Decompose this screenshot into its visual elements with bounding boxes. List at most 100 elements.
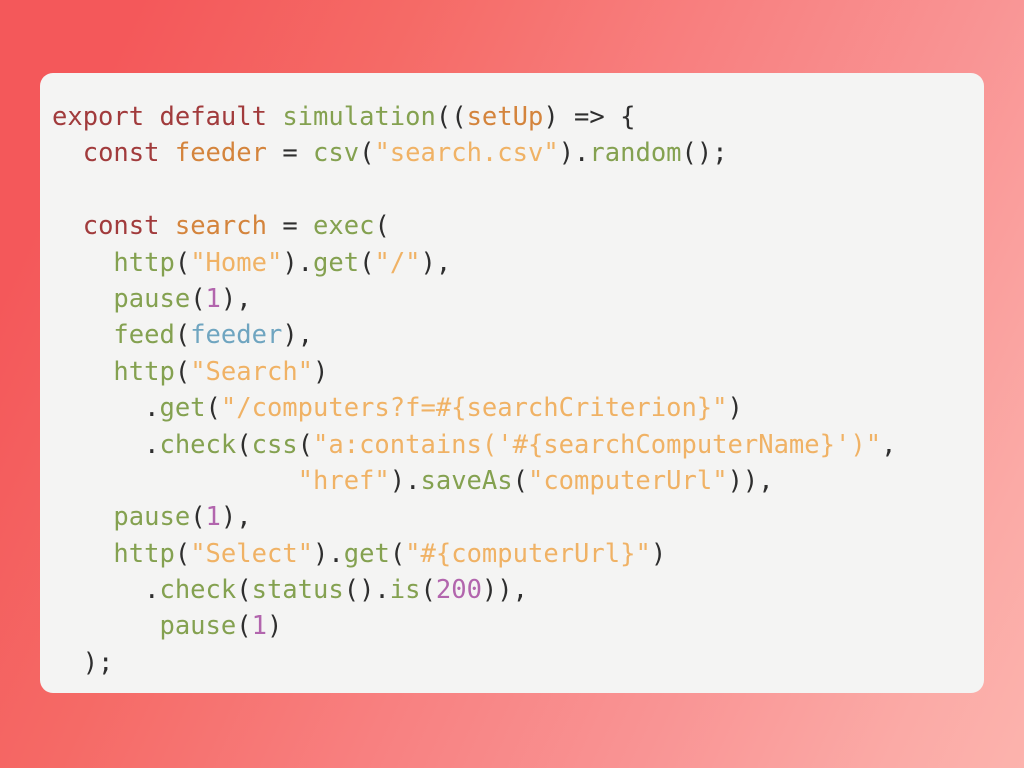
code-token-pun: ); (52, 647, 114, 678)
code-token-pun: ) (727, 393, 743, 424)
code-token-pun (52, 320, 113, 350)
code-token-pun: . (52, 393, 160, 424)
code-token-pun: ( (174, 247, 191, 278)
code-token-fn: is (389, 575, 421, 606)
code-token-pun: ). (282, 247, 314, 278)
code-token-str: "computerUrl" (527, 465, 728, 496)
code-token-pun: (); (681, 138, 728, 169)
code-token-str: "href" (297, 465, 390, 496)
code-token-pun: ) (266, 611, 283, 642)
code-token-pun: )), (481, 575, 528, 606)
code-token-fn: css (251, 429, 298, 460)
code-token-kw: export (52, 102, 145, 132)
code-line: http("Search") (40, 354, 984, 390)
code-token-pun: , (881, 429, 897, 460)
code-token-fn: http (113, 538, 175, 569)
code-token-pun: ( (297, 429, 314, 460)
code-token-pun: = (266, 211, 314, 242)
code-line: .check(css("a:contains('#{searchComputer… (40, 427, 984, 463)
code-token-pun: ( (359, 247, 375, 278)
code-token-pun (52, 138, 83, 168)
code-token-pun: ( (374, 211, 390, 242)
slide-root: export default simulation((setUp) => { c… (0, 0, 1024, 768)
code-token-str: "Home" (190, 247, 283, 278)
code-token-pun: ), (420, 247, 452, 278)
code-token-pun: = (266, 138, 314, 169)
code-line: const search = exec( (40, 208, 984, 244)
code-token-pun (52, 357, 113, 387)
code-token-num: 200 (435, 575, 482, 606)
code-token-pun (52, 539, 113, 569)
code-token-fn: random (589, 138, 682, 169)
code-token-pun (52, 502, 113, 532)
code-token-var: setUp (466, 102, 544, 132)
code-token-pun: . (52, 429, 160, 460)
code-token-fn: check (159, 429, 237, 460)
code-token-str: "/computers?f=#{searchCriterion}" (220, 393, 728, 424)
code-token-pun: ( (174, 538, 191, 569)
code-token-pun: ( (359, 138, 375, 169)
code-line: pause(1) (40, 608, 984, 644)
code-token-fn: saveAs (420, 465, 513, 496)
code-token-var: search (174, 211, 267, 242)
code-token-pun: (( (435, 102, 467, 132)
code-token-pun: ). (558, 138, 590, 169)
code-token-pun (144, 102, 159, 132)
code-token-var: feeder (174, 138, 267, 169)
code-line: .check(status().is(200)), (40, 572, 984, 608)
code-token-pun (52, 611, 159, 641)
code-token-pun: . (52, 575, 160, 606)
code-token-fn: status (251, 575, 344, 606)
code-token-pun: ) (650, 538, 667, 569)
code-token-pun (52, 248, 113, 278)
code-token-pun: ) => { (543, 102, 636, 132)
code-token-fn: pause (113, 283, 191, 314)
code-token-kw: const (82, 138, 160, 169)
code-token-pun: ( (512, 465, 528, 496)
code-token-str: "search.csv" (374, 138, 559, 169)
code-token-fn: get (159, 393, 206, 424)
code-token-str: "a:contains('#{searchComputerName}')" (313, 429, 882, 460)
code-token-str: "#{computerUrl}" (405, 538, 651, 569)
code-token-pun: ( (236, 611, 252, 642)
code-token-str: "Search" (190, 356, 314, 387)
code-token-pun: ( (174, 320, 191, 351)
code-line: feed(feeder), (40, 317, 984, 353)
code-token-pun: )), (727, 465, 774, 496)
code-token-pun: ), (282, 320, 314, 351)
code-token-pun: ( (236, 429, 252, 460)
code-token-fn: http (113, 247, 175, 278)
code-token-pun (159, 211, 174, 241)
code-token-fn: pause (113, 502, 191, 533)
code-token-pun: ( (190, 283, 206, 314)
code-line: http("Home").get("/"), (40, 245, 984, 281)
code-token-pun (159, 138, 174, 168)
code-token-fn: feed (113, 320, 175, 351)
code-block: export default simulation((setUp) => { c… (40, 99, 984, 681)
code-line: pause(1), (40, 281, 984, 317)
code-token-pun: ( (174, 356, 191, 387)
code-token-pun: ( (205, 393, 221, 424)
code-token-pun: (). (343, 575, 390, 606)
code-token-pun: ) (313, 356, 329, 387)
code-token-pun: ( (236, 575, 252, 606)
code-token-pun: ). (313, 538, 344, 569)
code-token-fn: check (159, 575, 237, 606)
code-token-fn: http (113, 356, 175, 387)
code-token-pun (52, 284, 113, 314)
code-token-pun: ). (389, 465, 421, 496)
code-token-num: 1 (205, 283, 221, 314)
code-token-pun (52, 466, 298, 496)
code-token-str: "Select" (190, 538, 314, 569)
code-line: ); (40, 645, 984, 681)
code-line: .get("/computers?f=#{searchCriterion}") (40, 390, 984, 426)
code-token-ref: feeder (190, 320, 283, 351)
code-line: http("Select").get("#{computerUrl}") (40, 536, 984, 572)
code-token-fn: get (343, 538, 390, 569)
code-token-fn: pause (159, 611, 237, 642)
code-token-fn: get (313, 247, 360, 278)
code-token-pun: ), (220, 283, 252, 314)
code-token-pun (267, 102, 282, 132)
code-token-pun: ( (190, 502, 206, 533)
